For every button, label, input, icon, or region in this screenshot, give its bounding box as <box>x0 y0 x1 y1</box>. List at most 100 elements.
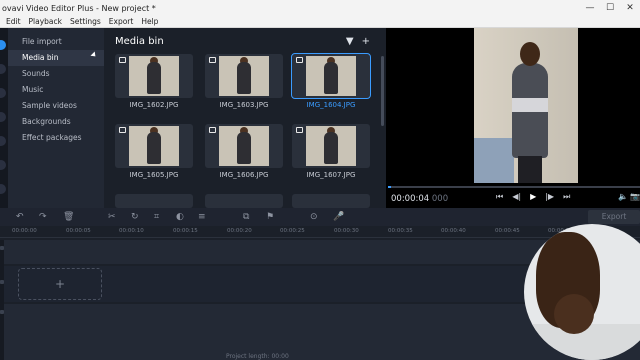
filter-icon[interactable]: ▼ <box>346 36 354 47</box>
image-type-icon <box>296 127 303 133</box>
prev-clip-icon[interactable]: ⏮ <box>496 192 503 202</box>
volume-icon[interactable]: 🔈 <box>618 192 628 201</box>
window-title: ovavi Video Editor Plus - New project * <box>2 3 156 13</box>
category-effect-packages[interactable]: Effect packages <box>8 130 104 146</box>
media-thumb-1605[interactable] <box>115 124 193 168</box>
media-label-1604: IMG_1604.JPG <box>306 101 356 109</box>
preview-frame <box>474 28 578 183</box>
stickers-tab-icon[interactable] <box>0 136 6 146</box>
minimize-icon[interactable]: — <box>580 0 600 16</box>
menu-edit[interactable]: Edit <box>6 17 21 26</box>
record-audio-icon[interactable]: 🎤 <box>333 212 344 222</box>
track-toggle-icon[interactable] <box>0 310 4 314</box>
step-back-icon[interactable]: ◀| <box>512 192 521 202</box>
ruler-tick: 00:00:40 <box>441 228 466 234</box>
media-thumb-row3-2[interactable] <box>205 194 283 208</box>
menu-bar: Edit Playback Settings Export Help <box>0 16 640 28</box>
ruler-tick: 00:00:25 <box>280 228 305 234</box>
ruler-tick: 00:00:45 <box>495 228 520 234</box>
clip-properties-icon[interactable]: ≡ <box>198 212 206 222</box>
color-adjust-icon[interactable]: ◐ <box>176 212 184 222</box>
more-tools-tab-icon[interactable] <box>0 184 6 194</box>
transition-wizard-icon[interactable]: ⧉ <box>243 212 249 222</box>
close-icon[interactable]: ✕ <box>620 0 640 16</box>
timecode-main: 00:00:04 <box>391 193 430 204</box>
media-label-1605: IMG_1605.JPG <box>129 171 179 179</box>
ruler-tick: 00:00:10 <box>119 228 144 234</box>
media-bin-panel: Media bin ▼ + IMG_1602.JPG IMG_1603.JPG … <box>104 28 386 208</box>
play-icon[interactable]: ▶ <box>530 192 536 202</box>
menu-settings[interactable]: Settings <box>70 17 101 26</box>
media-label-1607: IMG_1607.JPG <box>306 171 356 179</box>
category-sample-videos[interactable]: Sample videos <box>8 98 104 114</box>
category-backgrounds[interactable]: Backgrounds <box>8 114 104 130</box>
menu-help[interactable]: Help <box>141 17 158 26</box>
timeline-drop-zone[interactable]: + <box>18 268 102 300</box>
timeline-ruler[interactable]: 00:00:00 00:00:05 00:00:10 00:00:15 00:0… <box>0 226 640 238</box>
image-type-icon <box>119 57 126 63</box>
category-file-import[interactable]: File import <box>8 34 104 50</box>
title-bar: ovavi Video Editor Plus - New project * <box>0 0 640 16</box>
media-thumb-row3-3[interactable] <box>292 194 370 208</box>
media-bin-tools: ▼ + <box>346 36 370 47</box>
overlay-icon[interactable]: ⊙ <box>310 212 318 222</box>
media-bin-title: Media bin <box>115 36 164 47</box>
titles-tab-icon[interactable] <box>0 112 6 122</box>
image-type-icon <box>209 127 216 133</box>
media-label-1602: IMG_1602.JPG <box>129 101 179 109</box>
media-thumb-1604[interactable] <box>291 53 371 99</box>
timecode-display: 00:00:04 000 <box>391 194 448 204</box>
crop-icon[interactable]: ⌗ <box>154 212 159 222</box>
rotate-icon[interactable]: ↻ <box>131 212 139 222</box>
track-toggle-icon[interactable] <box>0 280 4 284</box>
player-controls: 00:00:04 000 ⏮ ◀| ▶ |▶ ⏭ 🔈 📷 <box>386 189 640 208</box>
media-thumb-1606[interactable] <box>205 124 283 168</box>
transitions-tab-icon[interactable] <box>0 88 6 98</box>
menu-export[interactable]: Export <box>109 17 134 26</box>
media-bin-scrollbar[interactable] <box>381 56 384 126</box>
preview-player: 00:00:04 000 ⏮ ◀| ▶ |▶ ⏭ 🔈 📷 <box>386 28 640 208</box>
video-editor-app: ovavi Video Editor Plus - New project * … <box>0 0 640 360</box>
ruler-tick: 00:00:35 <box>388 228 413 234</box>
timeline-toolbar: ↶ ↷ 🗑 ✂ ↻ ⌗ ◐ ≡ ⧉ ⚑ ⊙ 🎤 <box>0 208 640 226</box>
image-type-icon <box>296 57 303 63</box>
category-music[interactable]: Music <box>8 82 104 98</box>
maximize-icon[interactable]: ☐ <box>600 0 620 16</box>
step-forward-icon[interactable]: |▶ <box>545 192 554 202</box>
timecode-ms: 000 <box>431 193 449 204</box>
import-tab-icon[interactable] <box>0 40 6 50</box>
media-thumb-1603[interactable] <box>205 54 283 98</box>
transport-controls: ⏮ ◀| ▶ |▶ ⏭ <box>496 192 570 202</box>
cut-icon[interactable]: ✂ <box>108 212 116 222</box>
category-sounds[interactable]: Sounds <box>8 66 104 82</box>
snapshot-icon[interactable]: 📷 <box>630 192 640 201</box>
media-thumb-row3-1[interactable] <box>115 194 193 208</box>
add-marker-icon[interactable]: ⚑ <box>266 212 274 222</box>
undo-icon[interactable]: ↶ <box>16 212 24 222</box>
playback-progress-bar[interactable] <box>388 186 640 188</box>
project-length-label: Project length: 00:00 <box>226 353 289 360</box>
track-toggle-icon[interactable] <box>0 246 4 250</box>
filters-tab-icon[interactable] <box>0 64 6 74</box>
ruler-tick: 00:00:15 <box>173 228 198 234</box>
category-media-bin[interactable]: Media bin <box>8 50 104 66</box>
media-label-1603: IMG_1603.JPG <box>219 101 269 109</box>
image-type-icon <box>119 127 126 133</box>
image-type-icon <box>209 57 216 63</box>
media-thumb-1602[interactable] <box>115 54 193 98</box>
track-headers <box>0 240 4 360</box>
export-button[interactable]: Export <box>588 210 640 224</box>
callouts-tab-icon[interactable] <box>0 160 6 170</box>
delete-icon[interactable]: 🗑 <box>63 212 74 222</box>
ruler-tick: 00:00:00 <box>12 228 37 234</box>
add-media-icon[interactable]: + <box>362 36 370 47</box>
ruler-tick: 00:00:20 <box>227 228 252 234</box>
redo-icon[interactable]: ↷ <box>39 212 47 222</box>
ruler-tick: 00:00:30 <box>334 228 359 234</box>
ruler-tick: 00:00:05 <box>66 228 91 234</box>
media-thumb-1607[interactable] <box>292 124 370 168</box>
window-controls: — ☐ ✕ <box>580 0 640 16</box>
media-label-1606: IMG_1606.JPG <box>219 171 269 179</box>
menu-playback[interactable]: Playback <box>29 17 62 26</box>
next-clip-icon[interactable]: ⏭ <box>563 192 570 202</box>
